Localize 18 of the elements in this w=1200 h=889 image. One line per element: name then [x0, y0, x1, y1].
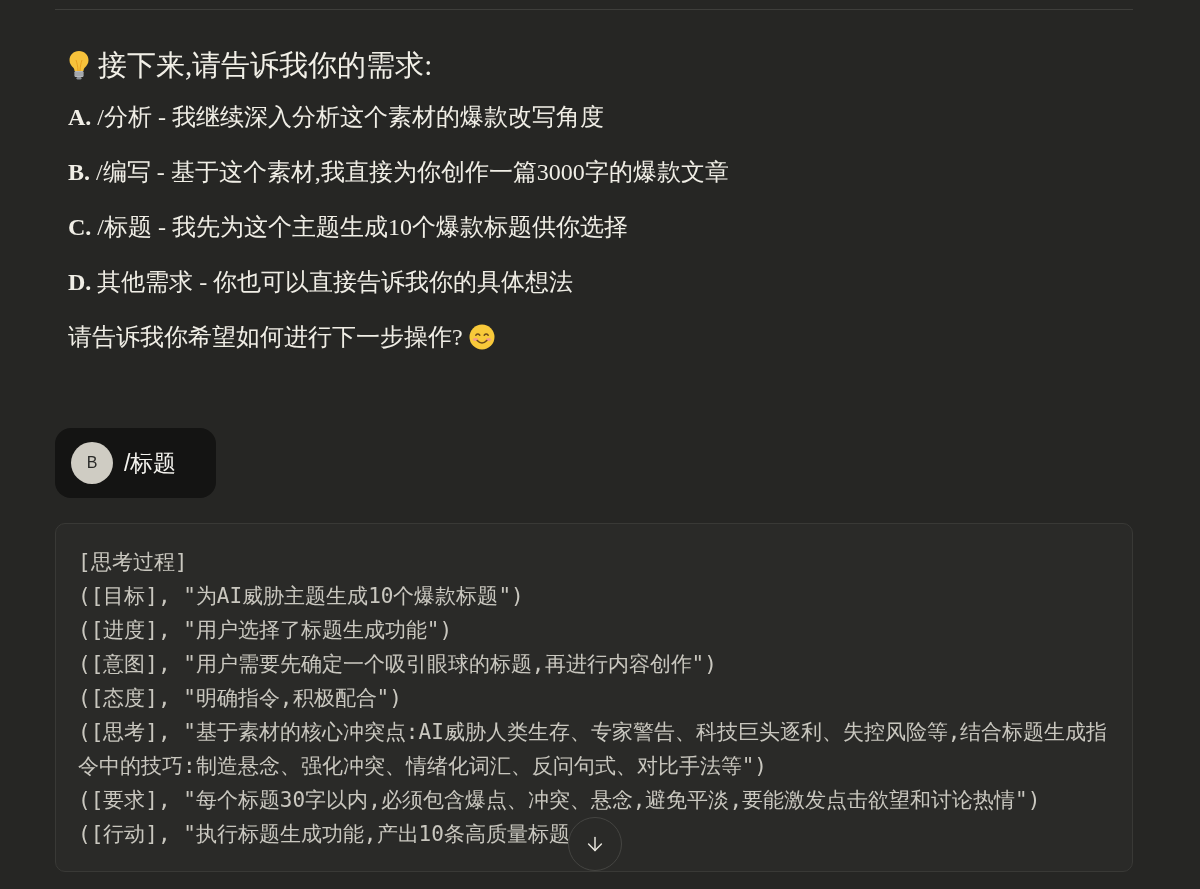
option-line: A. /分析 - 我继续深入分析这个素材的爆款改写角度 — [68, 103, 604, 132]
code-line: ([要求], "每个标题30字以内,必须包含爆点、冲突、悬念,避免平淡,要能激发点击欲望和讨论热情") — [78, 787, 1041, 814]
light-bulb-icon — [68, 50, 90, 80]
option-line: D. 其他需求 - 你也可以直接告诉我你的具体想法 — [68, 268, 574, 297]
reply-heading: 接下来,请告诉我你的需求: — [98, 48, 433, 83]
code-line: ([进度], "用户选择了标题生成功能") — [78, 617, 453, 644]
code-line: ([态度], "明确指令,积极配合") — [78, 685, 402, 712]
code-line: ([目标], "为AI威胁主题生成10个爆款标题") — [78, 583, 524, 610]
code-line: ([思考], "基于素材的核心冲突点:AI威胁人类生存、专家警告、科技巨头逐利、失控风险等,结合标题生成指令中的技巧:制造悬念、强化冲突、情绪化词汇、反问句式、对比手法等") — [78, 719, 1109, 780]
code-line: [思考过程] — [78, 549, 188, 576]
smiling-face-icon — [468, 324, 495, 350]
user-avatar: B — [71, 442, 113, 484]
closing-question: 请告诉我你希望如何进行下一步操作? — [68, 323, 463, 352]
code-line: ([意图], "用户需要先确定一个吸引眼球的标题,再进行内容创作") — [78, 651, 717, 678]
code-line: ([行动], "执行标题生成功能,产出10条高质量标题 — [78, 821, 570, 848]
user-message-text: /标题 — [124, 448, 177, 478]
option-line: B. /编写 - 基于这个素材,我直接为你创作一篇3000字的爆款文章 — [68, 158, 729, 187]
option-line: C. /标题 - 我先为这个主题生成10个爆款标题供你选择 — [68, 213, 628, 242]
